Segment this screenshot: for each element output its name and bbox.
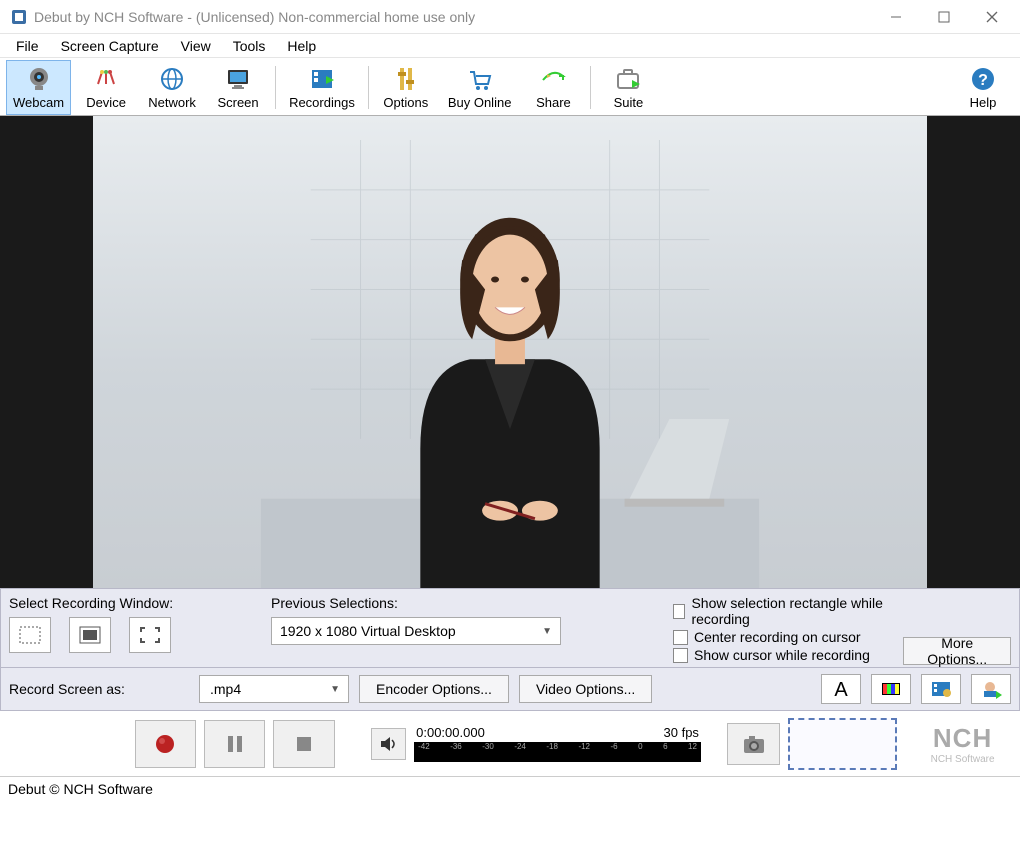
options-icon bbox=[391, 65, 421, 93]
video-options-button[interactable]: Video Options... bbox=[519, 675, 652, 703]
menu-file[interactable]: File bbox=[6, 36, 49, 56]
select-recording-window-label: Select Recording Window: bbox=[9, 595, 259, 611]
format-dropdown[interactable]: .mp4 ▼ bbox=[199, 675, 349, 703]
toolbar-webcam-label: Webcam bbox=[13, 95, 64, 110]
toolbar-webcam[interactable]: Webcam bbox=[6, 60, 71, 115]
watermark-button[interactable] bbox=[971, 674, 1011, 704]
preview-image bbox=[93, 116, 927, 588]
window-title: Debut by NCH Software - (Unlicensed) Non… bbox=[34, 9, 872, 25]
select-window-button[interactable] bbox=[69, 617, 111, 653]
previous-selections-dropdown[interactable]: 1920 x 1080 Virtual Desktop ▼ bbox=[271, 617, 561, 645]
toolbar-options-label: Options bbox=[383, 95, 428, 110]
logo-text: NCH bbox=[933, 723, 992, 754]
toolbar-help[interactable]: ? Help bbox=[952, 60, 1014, 115]
volume-button[interactable] bbox=[371, 728, 407, 760]
encoder-options-button[interactable]: Encoder Options... bbox=[359, 675, 509, 703]
more-options-button[interactable]: More Options... bbox=[903, 637, 1011, 665]
audio-meter: -42-36-30-24-18-12-60612 bbox=[414, 742, 701, 762]
playback-bar: 0:00:00.000 30 fps -42-36-30-24-18-12-60… bbox=[0, 711, 1020, 776]
help-icon: ? bbox=[968, 65, 998, 93]
toolbar-suite[interactable]: Suite bbox=[597, 60, 659, 115]
minimize-button[interactable] bbox=[872, 0, 920, 34]
menu-help[interactable]: Help bbox=[277, 36, 326, 56]
webcam-icon bbox=[24, 65, 54, 93]
toolbar-separator bbox=[275, 66, 276, 109]
logo-subtext: NCH Software bbox=[931, 754, 995, 765]
toolbar-share-label: Share bbox=[536, 95, 571, 110]
chevron-down-icon: ▼ bbox=[330, 684, 340, 695]
screen-icon bbox=[223, 65, 253, 93]
network-icon bbox=[157, 65, 187, 93]
color-adjust-button[interactable] bbox=[871, 674, 911, 704]
recordings-icon bbox=[307, 65, 337, 93]
menu-tools[interactable]: Tools bbox=[223, 36, 276, 56]
menu-screen-capture[interactable]: Screen Capture bbox=[51, 36, 169, 56]
previous-selections-label: Previous Selections: bbox=[271, 595, 661, 611]
suite-icon bbox=[613, 65, 643, 93]
format-value: .mp4 bbox=[210, 681, 241, 697]
toolbar-buy-online[interactable]: Buy Online bbox=[441, 60, 519, 115]
snapshot-button[interactable] bbox=[727, 723, 780, 765]
toolbar-separator bbox=[590, 66, 591, 109]
record-as-label: Record Screen as: bbox=[9, 681, 189, 697]
nch-logo: NCH NCH Software bbox=[913, 723, 1012, 765]
video-effects-button[interactable] bbox=[921, 674, 961, 704]
toolbar-share[interactable]: Share bbox=[522, 60, 584, 115]
toolbar-network[interactable]: Network bbox=[141, 60, 203, 115]
device-icon bbox=[91, 65, 121, 93]
show-cursor-checkbox[interactable]: Show cursor while recording bbox=[673, 647, 895, 663]
center-cursor-checkbox[interactable]: Center recording on cursor bbox=[673, 629, 895, 645]
text-overlay-button[interactable]: A bbox=[821, 674, 861, 704]
select-rectangle-button[interactable] bbox=[9, 617, 51, 653]
recording-settings-panel: Select Recording Window: Previous Select… bbox=[0, 588, 1020, 668]
close-button[interactable] bbox=[968, 0, 1016, 34]
toolbar-separator bbox=[368, 66, 369, 109]
toolbar-screen[interactable]: Screen bbox=[207, 60, 269, 115]
toolbar-device-label: Device bbox=[86, 95, 126, 110]
status-text: Debut © NCH Software bbox=[8, 781, 153, 797]
show-rectangle-checkbox[interactable]: Show selection rectangle while recording bbox=[673, 595, 895, 627]
time-display: 0:00:00.000 30 fps -42-36-30-24-18-12-60… bbox=[414, 725, 701, 762]
stop-button[interactable] bbox=[273, 720, 334, 768]
chevron-down-icon: ▼ bbox=[542, 626, 552, 637]
record-button[interactable] bbox=[135, 720, 196, 768]
app-icon bbox=[10, 8, 28, 26]
video-preview bbox=[0, 116, 1020, 588]
toolbar-options[interactable]: Options bbox=[375, 60, 437, 115]
overlay-dropzone[interactable] bbox=[788, 718, 897, 770]
toolbar-screen-label: Screen bbox=[217, 95, 258, 110]
pause-button[interactable] bbox=[204, 720, 265, 768]
previous-selections-value: 1920 x 1080 Virtual Desktop bbox=[280, 623, 456, 639]
titlebar: Debut by NCH Software - (Unlicensed) Non… bbox=[0, 0, 1020, 34]
share-icon bbox=[538, 65, 568, 93]
buy-online-icon bbox=[465, 65, 495, 93]
toolbar-recordings[interactable]: Recordings bbox=[282, 60, 362, 115]
menubar: File Screen Capture View Tools Help bbox=[0, 34, 1020, 58]
toolbar-device[interactable]: Device bbox=[75, 60, 137, 115]
fps-value: 30 fps bbox=[664, 725, 699, 740]
time-value: 0:00:00.000 bbox=[416, 725, 485, 740]
toolbar-recordings-label: Recordings bbox=[289, 95, 355, 110]
svg-text:?: ? bbox=[978, 72, 988, 89]
menu-view[interactable]: View bbox=[171, 36, 221, 56]
toolbar-buy-online-label: Buy Online bbox=[448, 95, 512, 110]
toolbar-suite-label: Suite bbox=[614, 95, 644, 110]
toolbar-network-label: Network bbox=[148, 95, 196, 110]
select-fullscreen-button[interactable] bbox=[129, 617, 171, 653]
status-bar: Debut © NCH Software bbox=[0, 776, 1020, 800]
svg-text:A: A bbox=[834, 679, 848, 699]
toolbar-help-label: Help bbox=[970, 95, 997, 110]
toolbar: Webcam Device Network Screen Recordings … bbox=[0, 58, 1020, 116]
maximize-button[interactable] bbox=[920, 0, 968, 34]
format-panel: Record Screen as: .mp4 ▼ Encoder Options… bbox=[0, 668, 1020, 711]
